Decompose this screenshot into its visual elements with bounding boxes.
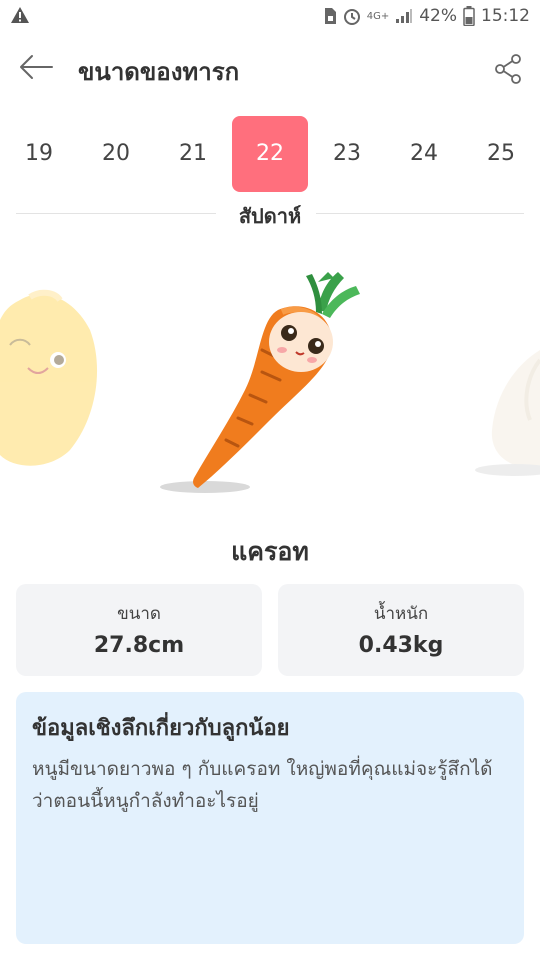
week-unit-label: สัปดาห์ bbox=[238, 204, 302, 228]
baby-insight-card: ข้อมูลเชิงลึกเกี่ยวกับลูกน้อย หนูมีขนาดย… bbox=[16, 692, 524, 944]
clock: 15:12 bbox=[481, 6, 530, 26]
back-button[interactable] bbox=[18, 52, 54, 82]
network-type: 4G+ bbox=[366, 10, 390, 22]
status-bar: 4G+ 42% 15:12 bbox=[0, 0, 540, 32]
battery-icon bbox=[463, 6, 475, 26]
fruit-illustration bbox=[0, 272, 540, 493]
week-item-selected[interactable]: 22 bbox=[232, 116, 308, 192]
app-bar: ขนาดของทารก bbox=[0, 32, 540, 104]
week-item[interactable]: 24 bbox=[385, 116, 463, 192]
signal-icon bbox=[395, 8, 413, 24]
size-label: ขนาด bbox=[117, 604, 161, 624]
fruit-name: แครอท bbox=[231, 537, 309, 566]
week-item[interactable]: 19 bbox=[0, 116, 78, 192]
alarm-icon bbox=[343, 7, 361, 25]
arrow-left-icon bbox=[20, 55, 53, 79]
carrot-shadow bbox=[160, 481, 250, 493]
week-selector: 19 20 21 22 23 24 25 bbox=[0, 114, 540, 194]
week-item[interactable]: 23 bbox=[308, 116, 386, 192]
week-item[interactable]: 25 bbox=[462, 116, 540, 192]
insight-body: หนูมีขนาดยาวพอ ๆ กับแครอท ใหญ่พอที่คุณแม… bbox=[32, 758, 493, 812]
battery-percent: 42% bbox=[419, 6, 457, 26]
week-item[interactable]: 21 bbox=[154, 116, 232, 192]
insight-title: ข้อมูลเชิงลึกเกี่ยวกับลูกน้อย bbox=[32, 716, 290, 741]
size-card: ขนาด 27.8cm bbox=[16, 584, 262, 676]
weight-label: น้ำหนัก bbox=[373, 604, 429, 624]
sim-icon bbox=[323, 7, 337, 25]
weight-card: น้ำหนัก 0.43kg bbox=[278, 584, 524, 676]
size-value: 27.8cm bbox=[93, 633, 185, 658]
fruit-carousel[interactable] bbox=[0, 250, 540, 510]
page-title: ขนาดของทารก bbox=[78, 58, 240, 86]
week-divider: สัปดาห์ bbox=[16, 196, 524, 232]
share-icon bbox=[495, 54, 521, 84]
share-button[interactable] bbox=[494, 54, 522, 84]
warning-icon bbox=[10, 6, 30, 29]
next-fruit-image bbox=[475, 350, 540, 476]
weight-value: 0.43kg bbox=[358, 633, 444, 658]
week-item[interactable]: 20 bbox=[77, 116, 155, 192]
carrot-image bbox=[193, 272, 360, 488]
previous-fruit-image bbox=[0, 289, 98, 466]
